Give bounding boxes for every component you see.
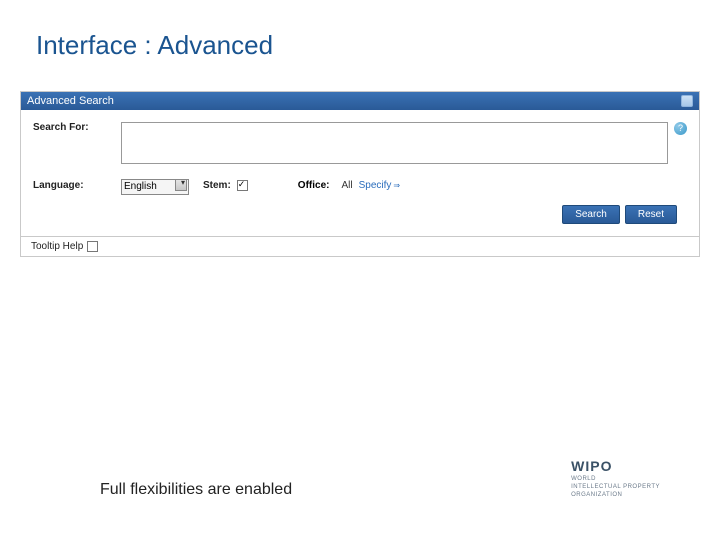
panel-body: Search For: ? Language: English Stem: Of… (21, 110, 699, 236)
wipo-logo: WIPO WORLD INTELLECTUAL PROPERTY ORGANIZ… (571, 458, 660, 499)
panel-footer: Tooltip Help (21, 236, 699, 256)
search-for-row: Search For: ? (33, 122, 687, 164)
reset-button[interactable]: Reset (625, 205, 677, 224)
collapse-icon[interactable] (681, 95, 693, 107)
help-icon[interactable]: ? (674, 122, 687, 135)
tooltip-help-checkbox[interactable] (87, 241, 98, 252)
office-all-text: All (341, 180, 352, 191)
language-select[interactable]: English (121, 179, 189, 195)
search-button[interactable]: Search (562, 205, 620, 224)
search-input[interactable] (121, 122, 668, 164)
panel-header: Advanced Search (21, 92, 699, 110)
panel-header-title: Advanced Search (27, 95, 114, 107)
wipo-logo-name: WIPO (571, 458, 660, 474)
advanced-search-panel: Advanced Search Search For: ? Language: … (20, 91, 700, 257)
options-row: Language: English Stem: Office: All Spec… (33, 176, 687, 195)
language-select-wrap: English (121, 176, 189, 195)
wipo-line3: ORGANIZATION (571, 492, 660, 500)
button-row: Search Reset (33, 201, 687, 230)
language-label: Language: (33, 180, 121, 191)
arrow-right-icon: ⇒ (393, 181, 400, 190)
office-label: Office: (298, 180, 330, 191)
wipo-line1: WORLD (571, 476, 660, 484)
stem-label: Stem: (203, 180, 231, 191)
tooltip-help-label: Tooltip Help (31, 241, 83, 252)
search-for-label: Search For: (33, 122, 121, 133)
specify-link[interactable]: Specify⇒ (359, 180, 401, 191)
wipo-logo-sub: WORLD INTELLECTUAL PROPERTY ORGANIZATION (571, 476, 660, 499)
specify-link-text: Specify (359, 180, 392, 191)
slide-title: Interface : Advanced (0, 0, 720, 61)
wipo-line2: INTELLECTUAL PROPERTY (571, 484, 660, 492)
bottom-row: Full flexibilities are enabled WIPO WORL… (0, 458, 720, 499)
slide-caption: Full flexibilities are enabled (100, 481, 292, 499)
stem-checkbox[interactable] (237, 180, 248, 191)
